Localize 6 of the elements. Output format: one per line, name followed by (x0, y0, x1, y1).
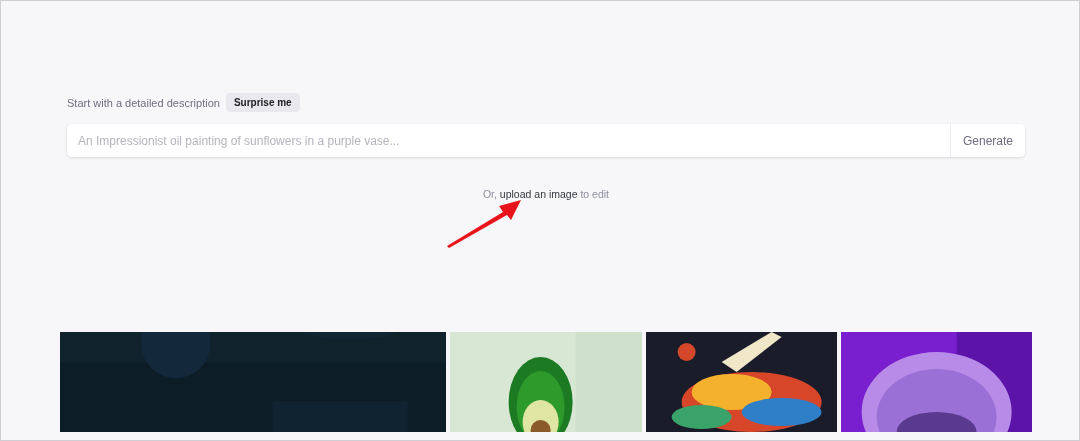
surprise-button[interactable]: Surprise me (225, 93, 300, 112)
upload-link[interactable]: upload an image (499, 188, 578, 200)
upload-hint: Or, upload an image to edit (482, 188, 610, 200)
prompt-field[interactable]: An Impressionist oil painting of sunflowers in a purple vase... Generate (67, 124, 1025, 157)
prompt-label: Start with a detailed description (67, 96, 220, 109)
generate-button[interactable]: Generate (949, 124, 1025, 157)
